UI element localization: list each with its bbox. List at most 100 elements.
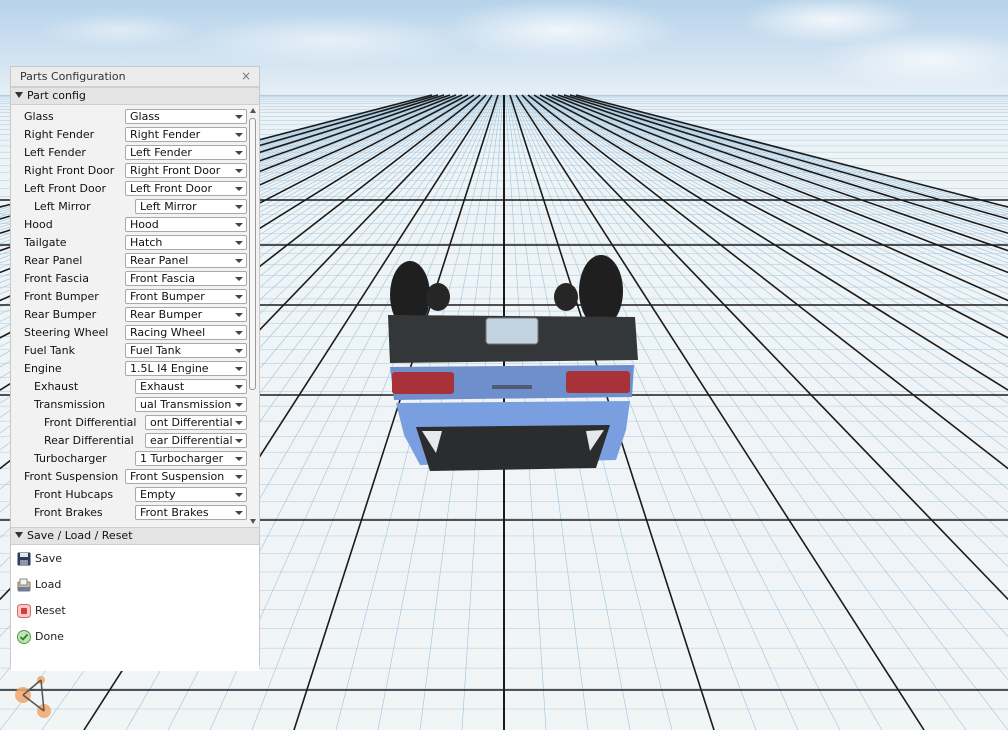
part-select-front-bumper[interactable]: Front Bumper [125, 289, 247, 304]
part-label: Front Fascia [24, 272, 89, 285]
part-select-value: Front Fascia [130, 272, 195, 285]
part-select-value: 1 Turbocharger [140, 452, 224, 465]
part-select-value: Rear Panel [130, 254, 189, 267]
chevron-down-icon [235, 187, 243, 191]
part-select-value: Glass [130, 110, 160, 123]
save-load-reset-header[interactable]: Save / Load / Reset [11, 527, 259, 545]
save-button[interactable]: Save [11, 548, 247, 570]
part-label: Left Mirror [34, 200, 91, 213]
part-row-exhaust: Exhaust Exhaust [11, 378, 247, 396]
part-row-engine: Engine 1.5L I4 Engine [11, 360, 247, 378]
part-label: Front Hubcaps [34, 488, 114, 501]
part-select-hood[interactable]: Hood [125, 217, 247, 232]
done-button[interactable]: Done [11, 626, 247, 648]
part-select-left-fender[interactable]: Left Fender [125, 145, 247, 160]
part-select-value: Front Bumper [130, 290, 205, 303]
chevron-down-icon [235, 115, 243, 119]
part-label: Rear Bumper [24, 308, 97, 321]
part-select-tailgate[interactable]: Hatch [125, 235, 247, 250]
part-select-glass[interactable]: Glass [125, 109, 247, 124]
part-label: Turbocharger [34, 452, 107, 465]
scroll-thumb[interactable] [249, 118, 256, 390]
part-select-right-fender[interactable]: Right Fender [125, 127, 247, 142]
scroll-down-icon[interactable] [250, 519, 256, 524]
part-label: Fuel Tank [24, 344, 75, 357]
part-select-transmission[interactable]: ual Transmission [135, 397, 247, 412]
save-load-reset-label: Save / Load / Reset [27, 529, 133, 542]
part-select-front-suspension[interactable]: Front Suspension [125, 469, 247, 484]
part-select-right-front-door[interactable]: Right Front Door [125, 163, 247, 178]
load-button[interactable]: Load [11, 574, 247, 596]
part-label: Tailgate [24, 236, 67, 249]
part-select-steering-wheel[interactable]: Racing Wheel [125, 325, 247, 340]
part-select-value: Right Fender [130, 128, 201, 141]
chevron-down-icon [235, 493, 243, 497]
chevron-down-icon [235, 313, 243, 317]
reset-button[interactable]: Reset [11, 600, 247, 622]
part-select-rear-panel[interactable]: Rear Panel [125, 253, 247, 268]
part-select-front-differential[interactable]: ont Differential [145, 415, 247, 430]
part-select-value: Left Fender [130, 146, 192, 159]
chevron-down-icon [235, 241, 243, 245]
part-label: Left Front Door [24, 182, 106, 195]
vehicle-model [388, 255, 638, 471]
part-select-front-brakes[interactable]: Front Brakes [135, 505, 247, 520]
expand-triangle-icon [15, 92, 23, 98]
part-select-left-mirror[interactable]: Left Mirror [135, 199, 247, 214]
chevron-down-icon [235, 169, 243, 173]
save-load-reset-actions: Save Load Reset Done [11, 545, 259, 671]
close-icon[interactable]: × [241, 69, 251, 83]
part-select-left-front-door[interactable]: Left Front Door [125, 181, 247, 196]
part-row-right-front-door: Right Front Door Right Front Door [11, 162, 247, 180]
part-select-value: Exhaust [140, 380, 185, 393]
expand-triangle-icon [15, 532, 23, 538]
part-select-value: 1.5L I4 Engine [130, 362, 209, 375]
part-row-front-brakes: Front Brakes Front Brakes [11, 504, 247, 522]
save-label: Save [35, 552, 63, 565]
part-list-scrollbar[interactable] [248, 105, 258, 527]
part-row-steering-wheel: Steering Wheel Racing Wheel [11, 324, 247, 342]
part-label: Engine [24, 362, 62, 375]
front-right-tire [554, 283, 578, 311]
window-title: Parts Configuration [20, 70, 126, 83]
part-select-value: Front Suspension [130, 470, 225, 483]
rear-window [416, 425, 610, 471]
part-row-rear-differential: Rear Differential ear Differential [11, 432, 247, 450]
folder-load-icon [17, 578, 31, 592]
load-label: Load [35, 578, 62, 591]
part-row-front-differential: Front Differential ont Differential [11, 414, 247, 432]
part-select-fuel-tank[interactable]: Fuel Tank [125, 343, 247, 358]
trunk-badge [492, 385, 532, 389]
part-row-front-fascia: Front Fascia Front Fascia [11, 270, 247, 288]
part-select-front-hubcaps[interactable]: Empty [135, 487, 247, 502]
part-label: Front Brakes [34, 506, 103, 519]
chevron-down-icon [235, 259, 243, 263]
part-config-header[interactable]: Part config [11, 87, 259, 105]
part-select-value: Right Front Door [130, 164, 221, 177]
part-label: Hood [24, 218, 53, 231]
part-select-engine[interactable]: 1.5L I4 Engine [125, 361, 247, 376]
part-select-turbocharger[interactable]: 1 Turbocharger [135, 451, 247, 466]
part-select-value: Fuel Tank [130, 344, 181, 357]
done-label: Done [35, 630, 64, 643]
part-select-exhaust[interactable]: Exhaust [135, 379, 247, 394]
part-select-rear-differential[interactable]: ear Differential [145, 433, 247, 448]
part-label: Right Fender [24, 128, 95, 141]
part-select-front-fascia[interactable]: Front Fascia [125, 271, 247, 286]
part-label: Left Fender [24, 146, 86, 159]
part-row-left-mirror: Left Mirror Left Mirror [11, 198, 247, 216]
part-label: Front Suspension [24, 470, 119, 483]
front-left-tire [426, 283, 450, 311]
chevron-down-icon [235, 151, 243, 155]
chevron-down-icon [235, 223, 243, 227]
scroll-up-icon[interactable] [250, 108, 256, 113]
part-select-rear-bumper[interactable]: Rear Bumper [125, 307, 247, 322]
part-row-front-hubcaps: Front Hubcaps Empty [11, 486, 247, 504]
part-label: Right Front Door [24, 164, 115, 177]
part-label: Front Bumper [24, 290, 99, 303]
window-titlebar[interactable]: Parts Configuration × [11, 67, 259, 87]
part-row-glass: Glass Glass [11, 108, 247, 126]
part-label: Front Differential [44, 416, 137, 429]
reset-label: Reset [35, 604, 66, 617]
chevron-down-icon [235, 439, 243, 443]
